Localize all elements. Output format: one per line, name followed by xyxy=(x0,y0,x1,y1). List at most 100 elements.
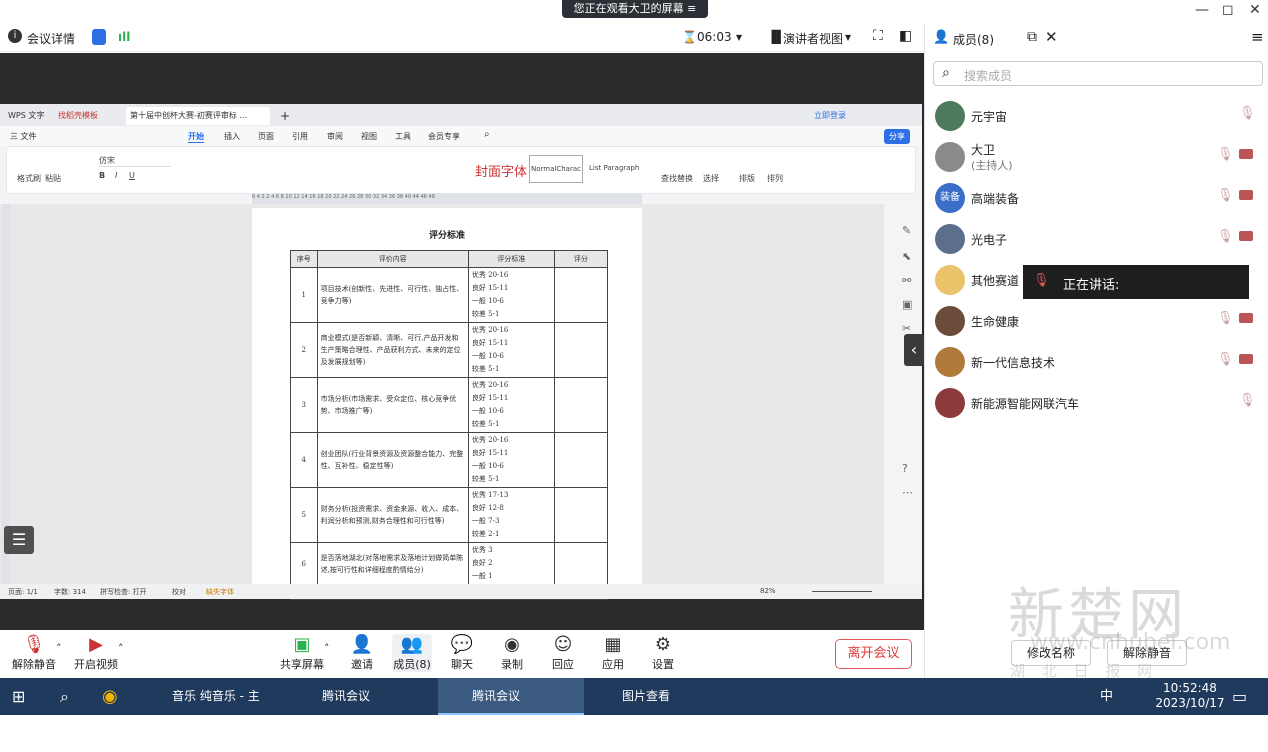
spell-check[interactable]: 拼写检查: 打开 xyxy=(100,587,147,597)
mic-off-icon[interactable]: 🎙 xyxy=(1239,106,1256,121)
menu-home[interactable]: 开始 xyxy=(188,131,204,143)
menu-view[interactable]: 视图 xyxy=(361,131,377,142)
more-menu-icon[interactable]: ≡ xyxy=(1251,28,1264,46)
paste-button[interactable]: 粘贴 xyxy=(45,173,61,184)
minimize-button[interactable]: — xyxy=(1195,2,1209,18)
windows-start-icon[interactable]: ⊞ xyxy=(12,678,32,715)
find-replace-button[interactable]: 查找替换 xyxy=(661,173,693,184)
camera-off-icon[interactable] xyxy=(1239,354,1253,364)
share-icon[interactable]: ⚯ xyxy=(902,274,911,287)
font-select[interactable]: 仿宋 xyxy=(99,155,171,167)
menu-reference[interactable]: 引用 xyxy=(292,131,308,142)
camera-off-icon[interactable] xyxy=(1239,190,1253,200)
chrome-icon[interactable]: ◉ xyxy=(102,678,126,715)
horizontal-ruler[interactable]: 6 4 2 2 4 6 8 10 12 14 16 18 20 22 24 26… xyxy=(252,194,642,204)
row-score[interactable] xyxy=(553,267,609,323)
row-score[interactable] xyxy=(553,322,609,378)
members-button[interactable]: 👥 成员(8) xyxy=(392,634,432,672)
chevron-up-icon[interactable]: ˄ xyxy=(118,642,124,655)
login-link[interactable]: 立即登录 xyxy=(810,107,850,125)
chevron-down-icon[interactable]: ▾ xyxy=(845,30,851,44)
underline-button[interactable]: U xyxy=(129,171,135,180)
member-item[interactable]: 装备 高端装备 🎙 xyxy=(925,178,1268,218)
chevron-down-icon[interactable]: ▾ xyxy=(736,30,742,44)
share-button[interactable]: 分享 xyxy=(884,129,910,144)
taskbar-music[interactable]: 音乐 纯音乐 - 主会... xyxy=(142,678,282,740)
mic-off-icon[interactable]: 🎙 xyxy=(1217,147,1234,162)
member-item[interactable]: 新能源智能网联汽车 🎙 xyxy=(925,383,1268,423)
tab-document[interactable]: 第十届中创杯大赛-初赛评审标 ... xyxy=(126,107,270,125)
clock[interactable]: 10:52:48 2023/10/17 xyxy=(1150,681,1230,711)
help-icon[interactable]: ? xyxy=(902,462,908,475)
search-icon[interactable]: ⌕ xyxy=(60,678,80,715)
member-item[interactable]: 新一代信息技术 🎙 xyxy=(925,342,1268,382)
chevron-up-icon[interactable]: ˄ xyxy=(324,642,330,655)
mic-off-icon[interactable]: 🎙 xyxy=(1217,311,1234,326)
notification-icon[interactable]: ▭ xyxy=(1232,678,1252,715)
leave-meeting-button[interactable]: 离开会议 xyxy=(835,639,912,669)
row-score[interactable] xyxy=(553,377,609,433)
mic-off-icon[interactable]: 🎙 xyxy=(1217,352,1234,367)
row-score[interactable] xyxy=(553,542,609,585)
share-screen-button[interactable]: ▣ 共享屏幕 xyxy=(280,634,324,672)
chevron-up-icon[interactable]: ˄ xyxy=(56,642,62,655)
tab-template[interactable]: 找稻壳模板 xyxy=(54,107,102,125)
proofread[interactable]: 校对 xyxy=(172,587,186,597)
document-page[interactable]: 评分标准 序号 评价内容 评分标准 评分 1 项目技术(创新性、先进性、可行性、独… xyxy=(252,208,642,600)
view-mode-button[interactable]: 演讲者视图 xyxy=(783,30,843,47)
member-item[interactable]: 大卫 (主持人) 🎙 xyxy=(925,137,1268,177)
list-icon[interactable]: ☰ xyxy=(4,526,34,554)
camera-off-icon[interactable] xyxy=(1239,313,1253,323)
mic-off-icon[interactable]: 🎙 xyxy=(1239,393,1256,408)
style-list-paragraph[interactable]: List Paragraph xyxy=(589,164,639,172)
pen-icon[interactable]: ✎ xyxy=(902,224,911,237)
zoom-slider[interactable] xyxy=(812,591,872,592)
search-input[interactable]: ⌕ 搜索成员 xyxy=(933,61,1263,86)
row-score[interactable] xyxy=(553,487,609,543)
new-tab-icon[interactable]: + xyxy=(276,107,294,125)
mic-off-icon[interactable]: 🎙 xyxy=(1217,229,1234,244)
ime-indicator[interactable]: 中 xyxy=(1100,678,1118,715)
chevron-left-icon[interactable]: ‹ xyxy=(904,334,924,366)
tab-wps-writer[interactable]: WPS 文字 xyxy=(4,107,48,125)
member-item[interactable]: 光电子 🎙 xyxy=(925,219,1268,259)
restore-button[interactable]: ◻ xyxy=(1222,2,1234,18)
taskbar-meeting-2[interactable]: 腾讯会议 xyxy=(438,678,584,715)
reply-button[interactable]: ☺ 回应 xyxy=(549,634,577,672)
popout-icon[interactable]: ⧉ xyxy=(1027,29,1037,45)
style-cover[interactable]: 封面字体 xyxy=(475,161,527,180)
row-score[interactable] xyxy=(553,432,609,488)
taskbar-meeting-1[interactable]: 腾讯会议 xyxy=(292,678,432,715)
search-icon[interactable]: ⌕ xyxy=(484,129,490,140)
select-icon[interactable]: ⬉ xyxy=(902,250,911,263)
image-icon[interactable]: ▣ xyxy=(902,298,912,311)
fullscreen-icon[interactable]: ⛶ xyxy=(873,28,883,44)
unmute-button[interactable]: 🎙 解除静音 xyxy=(12,634,56,672)
style-normal[interactable]: NormalCharac xyxy=(529,155,583,183)
missing-font[interactable]: 缺失字体 xyxy=(206,587,234,597)
meeting-info-button[interactable]: 会议详情 xyxy=(27,30,75,47)
member-item[interactable]: 元宇宙 🎙 xyxy=(925,96,1268,136)
italic-button[interactable]: I xyxy=(115,171,117,180)
settings-button[interactable]: ⚙ 设置 xyxy=(649,634,677,672)
camera-off-icon[interactable] xyxy=(1239,149,1253,159)
close-button[interactable]: ✕ xyxy=(1249,2,1261,18)
menu-file[interactable]: 三 文件 xyxy=(10,131,37,142)
meeting-timer[interactable]: 06:03 xyxy=(697,30,732,44)
select-button[interactable]: 选择 xyxy=(703,173,719,184)
mic-off-icon[interactable]: 🎙 xyxy=(1217,188,1234,203)
shield-icon[interactable] xyxy=(92,29,106,45)
menu-review[interactable]: 审阅 xyxy=(327,131,343,142)
more-icon[interactable]: ⋯ xyxy=(902,486,913,499)
arrange-button[interactable]: 排列 xyxy=(767,173,783,184)
zoom-level[interactable]: 82% xyxy=(760,587,776,595)
taskbar-photos[interactable]: 图片查看 xyxy=(592,678,732,715)
close-icon[interactable]: ✕ xyxy=(1045,28,1058,46)
sidebar-icon[interactable]: ◧ xyxy=(899,28,912,44)
member-item[interactable]: 生命健康 🎙 xyxy=(925,301,1268,341)
menu-tools[interactable]: 工具 xyxy=(395,131,411,142)
menu-member[interactable]: 会员专享 xyxy=(428,131,460,142)
start-video-button[interactable]: ▶ 开启视频 xyxy=(74,634,118,672)
record-button[interactable]: ◉ 录制 xyxy=(498,634,526,672)
invite-button[interactable]: 👤 邀请 xyxy=(346,634,378,672)
